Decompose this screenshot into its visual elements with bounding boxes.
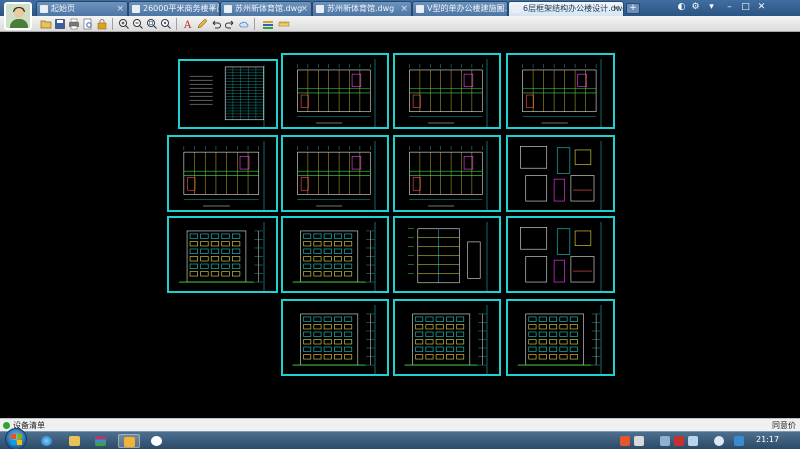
measure-icon[interactable] [278,18,290,30]
volume-icon[interactable] [688,436,698,446]
tab-drawing-1[interactable]: 26000平米商务楼平面... × [128,1,220,16]
tab-label: 苏州新体育馆.dwg [327,4,395,13]
open-icon[interactable] [40,18,52,30]
sogou-icon[interactable] [620,436,630,446]
cloud-icon[interactable] [714,436,724,446]
zoom-out-icon[interactable] [132,18,144,30]
drawing-sheet[interactable] [167,135,278,212]
minimize-button[interactable]: – [724,2,735,13]
text-icon[interactable]: A [182,18,194,30]
drawing-sheet[interactable] [281,135,389,212]
drawing-sheet[interactable] [281,216,389,293]
status-icon [3,422,10,429]
layer-icon[interactable] [262,18,274,30]
print-preview-icon[interactable] [82,18,94,30]
skin-icon[interactable]: ◐ [676,2,687,13]
drawing-sheet[interactable] [506,135,615,212]
tab-label: 6层框架结构办公楼设计.dwg [523,4,624,13]
winrar-icon[interactable] [90,434,112,448]
dwg-icon [416,5,424,13]
menu-icon[interactable]: ▾ [706,2,717,13]
drawing-sheet[interactable] [393,299,501,376]
drawing-sheet[interactable] [281,53,389,129]
drawing-sheet[interactable] [393,53,501,129]
close-button[interactable]: ✕ [756,2,767,13]
dwg-icon [132,5,140,13]
drawing-sheet[interactable] [167,216,278,293]
close-tab-icon[interactable]: × [400,2,408,16]
clock[interactable]: 21:17 [756,435,779,444]
status-right-text[interactable]: 同意价 [772,420,796,431]
undo-icon[interactable] [210,18,222,30]
avatar[interactable] [4,2,32,30]
tab-drawing-4[interactable]: V型的单办公楼建施图... × [412,1,508,16]
settings-icon[interactable]: ⚙ [690,2,701,13]
zoom-window-icon[interactable] [146,18,158,30]
page-icon [40,5,48,13]
pencil-icon[interactable] [196,18,208,30]
new-tab-button[interactable]: + [626,3,640,14]
explorer-icon[interactable] [64,434,86,448]
svg-text:A: A [183,20,192,30]
close-tab-icon[interactable]: × [208,2,216,16]
cad-viewer-icon[interactable] [118,434,140,448]
maximize-button[interactable]: □ [740,2,751,13]
print-icon[interactable] [68,18,80,30]
status-bar: 设备清单 同意价 [0,418,800,431]
tab-start-page[interactable]: 起始页 × [36,1,128,16]
zoom-extents-icon[interactable] [160,18,172,30]
drawing-sheet[interactable] [506,216,615,293]
qq-icon[interactable] [146,434,168,448]
tab-drawing-active[interactable]: 6层框架结构办公楼设计.dwg × [508,1,624,16]
drawing-canvas[interactable] [0,33,800,418]
taskbar: 21:17 [0,428,800,449]
drawing-sheet[interactable] [178,59,278,129]
drawing-sheet[interactable] [281,299,389,376]
flag-icon[interactable] [674,436,684,446]
drawing-sheet[interactable] [506,53,615,129]
drawing-sheet[interactable] [393,135,501,212]
save-icon[interactable] [54,18,66,30]
tab-drawing-3[interactable]: 苏州新体育馆.dwg × [312,1,412,16]
tab-label: 苏州新体育馆.dwg [235,4,303,13]
drawing-sheet[interactable] [393,216,501,293]
ie-icon[interactable] [36,434,58,448]
close-tab-icon[interactable]: × [116,2,124,16]
network-icon[interactable] [660,436,670,446]
keyboard-icon[interactable] [634,436,644,446]
dwg-icon [316,5,324,13]
close-tab-icon[interactable]: × [300,2,308,16]
lock-icon[interactable] [96,18,108,30]
dwg-icon [224,5,232,13]
tab-label: 起始页 [51,4,75,13]
tab-drawing-2[interactable]: 苏州新体育馆.dwg × [220,1,312,16]
drawing-sheet[interactable] [506,299,615,376]
cloud-icon[interactable] [238,18,250,30]
zoom-in-icon[interactable] [118,18,130,30]
toolbar: A [0,16,800,32]
tab-bar: 起始页 × 26000平米商务楼平面... × 苏州新体育馆.dwg × 苏州新… [0,0,800,16]
app-window: 起始页 × 26000平米商务楼平面... × 苏州新体育馆.dwg × 苏州新… [0,0,800,449]
close-tab-icon[interactable]: × [612,2,620,16]
redo-icon[interactable] [224,18,236,30]
dwg-icon [512,5,520,13]
start-button[interactable] [5,428,27,449]
chat-icon[interactable] [734,436,744,446]
close-tab-icon[interactable]: × [496,2,504,16]
